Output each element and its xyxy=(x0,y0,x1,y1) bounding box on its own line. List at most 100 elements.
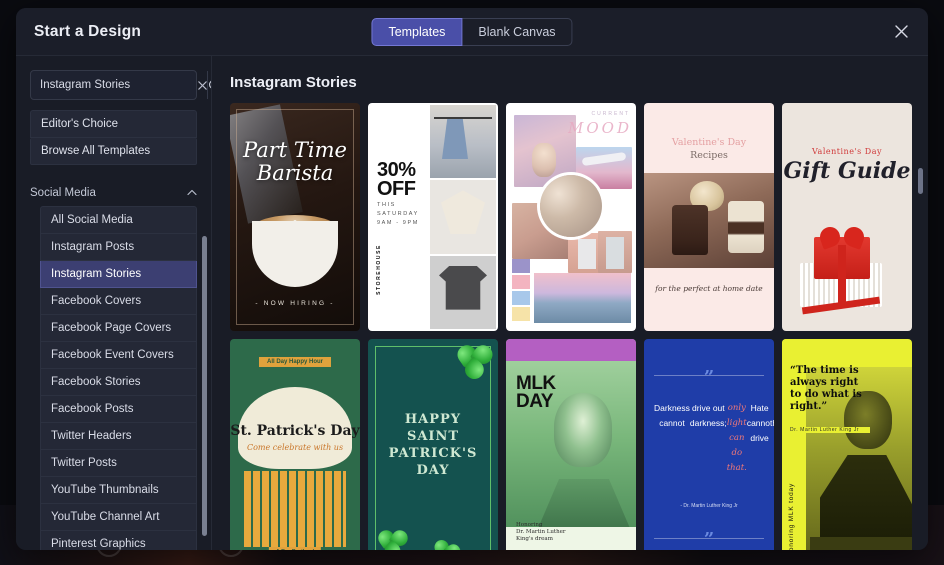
sidebar-category-list: All Social Media Instagram Posts Instagr… xyxy=(40,206,197,550)
template-footer: - NOW HIRING - xyxy=(230,300,360,307)
clothes-rack-photo xyxy=(430,105,496,178)
gift-bow xyxy=(820,227,864,247)
sidebar-scrollbar[interactable] xyxy=(202,236,207,536)
sidebar-item-youtube-channel-art[interactable]: YouTube Channel Art xyxy=(40,504,197,531)
template-card-mlk-day[interactable]: MLK DAY Honoring Dr. Martin Luther King'… xyxy=(506,339,636,550)
quote-author: - Dr. Martin Luther King Jr xyxy=(644,503,774,509)
podium xyxy=(810,537,912,550)
template-tag: All Day Happy Hour xyxy=(259,357,331,367)
quote-line-5: out hate; xyxy=(772,401,774,550)
template-card-mlk-darkness-quote[interactable]: ” ” Darkness cannot drive out darkness; … xyxy=(644,339,774,550)
sale-brand: STOREHOUSE xyxy=(376,244,382,295)
modal-titlebar: Start a Design Templates Blank Canvas xyxy=(16,8,928,56)
sale-details: THIS SATURDAY 9AM - 9PM xyxy=(377,201,419,228)
template-card-happy-saint-patricks-day[interactable]: HAPPY SAINT PATRICK'S DAY xyxy=(368,339,498,550)
sidebar-item-pinterest-graphics[interactable]: Pinterest Graphics xyxy=(40,531,197,550)
template-card-current-mood-collage[interactable]: CURRENT MOOD xyxy=(506,103,636,331)
gift-ribbon-vertical xyxy=(838,245,846,307)
start-a-design-modal: Start a Design Templates Blank Canvas xyxy=(16,8,928,550)
mode-toggle-group: Templates Blank Canvas xyxy=(371,18,572,46)
template-card-valentines-day-recipes[interactable]: Valentine's Day Recipes for the perfect … xyxy=(644,103,774,331)
sweater-photo xyxy=(430,256,496,329)
template-title-line2: Barista xyxy=(230,162,360,185)
dessert-photo xyxy=(644,173,774,268)
tab-blank-canvas[interactable]: Blank Canvas xyxy=(462,18,572,46)
quote-text: Darkness cannot drive out darkness; only… xyxy=(654,401,764,550)
sidebar-item-browse-all-templates[interactable]: Browse All Templates xyxy=(30,138,197,165)
search-clear-icon[interactable] xyxy=(198,71,207,99)
sidebar-item-editors-choice[interactable]: Editor's Choice xyxy=(30,110,197,138)
results-scrollbar[interactable] xyxy=(918,168,923,194)
quote-line-3: only light can do that. xyxy=(727,401,747,550)
template-title: Part Time Barista xyxy=(230,139,360,185)
swatch-blue xyxy=(512,291,530,305)
template-title-line2: DAY xyxy=(516,393,556,411)
sidebar-item-twitter-posts[interactable]: Twitter Posts xyxy=(40,450,197,477)
template-title-line1: Valentine's Day xyxy=(644,137,774,148)
sidebar-item-twitter-headers[interactable]: Twitter Headers xyxy=(40,423,197,450)
close-icon[interactable] xyxy=(888,19,914,45)
chocolate-cake xyxy=(672,205,708,255)
template-title-line1: Part Time xyxy=(230,139,360,162)
sale-percent: 30% OFF xyxy=(377,161,416,199)
layered-cake xyxy=(728,201,764,253)
template-title: St. Patrick's Day xyxy=(230,423,360,439)
search-bar xyxy=(30,70,197,100)
shamrock-icon xyxy=(456,345,494,383)
close-glyph xyxy=(895,25,908,38)
quote-line-1: Darkness cannot xyxy=(654,401,690,550)
template-card-part-time-barista[interactable]: Part Time Barista - NOW HIRING - xyxy=(230,103,360,331)
sidebar-item-youtube-thumbnails[interactable]: YouTube Thumbnails xyxy=(40,477,197,504)
quote-line-4: Hate cannot drive xyxy=(747,401,773,550)
template-title-line2: Recipes xyxy=(644,150,774,161)
sidebar-item-facebook-covers[interactable]: Facebook Covers xyxy=(40,288,197,315)
template-card-thirty-percent-off-sale[interactable]: 30% OFF THIS SATURDAY 9AM - 9PM STOREHOU… xyxy=(368,103,498,331)
collage-beach-photo xyxy=(534,273,631,323)
sidebar-group-label: Social Media xyxy=(30,187,96,199)
template-title: MLK DAY xyxy=(516,375,556,411)
template-title: HAPPY SAINT PATRICK'S DAY xyxy=(368,411,498,479)
sidebar-item-instagram-posts[interactable]: Instagram Posts xyxy=(40,234,197,261)
template-footer: A Bar Portland xyxy=(269,547,321,550)
sidebar-item-facebook-posts[interactable]: Facebook Posts xyxy=(40,396,197,423)
template-subtitle: Honoring Dr. Martin Luther King's dream xyxy=(516,522,566,543)
quote-text: “The time is always right to do what is … xyxy=(790,365,864,413)
vertical-caption: Honoring MLK today xyxy=(788,483,795,550)
template-subtitle: Come celebrate with us xyxy=(230,443,360,452)
mlk-statue-face xyxy=(554,393,612,467)
chevron-glyph xyxy=(187,189,197,196)
tab-templates[interactable]: Templates xyxy=(371,18,462,46)
swatch-purple xyxy=(512,259,530,273)
poncho-photo xyxy=(430,180,496,253)
template-kicker: CURRENT xyxy=(592,111,630,117)
quote-line-2: drive out darkness; xyxy=(690,401,727,550)
template-card-mlk-time-is-right-quote[interactable]: “The time is always right to do what is … xyxy=(782,339,912,550)
sale-photo-column xyxy=(430,103,498,331)
sidebar-group-social-media[interactable]: Social Media xyxy=(30,187,197,199)
template-footer: for the perfect at home date xyxy=(644,284,774,293)
swatch-pink xyxy=(512,275,530,289)
search-input[interactable] xyxy=(31,71,198,99)
collage-photo-5 xyxy=(598,231,632,273)
sidebar-item-facebook-page-covers[interactable]: Facebook Page Covers xyxy=(40,315,197,342)
template-kicker: Valentine's Day xyxy=(782,147,912,156)
sidebar-item-facebook-stories[interactable]: Facebook Stories xyxy=(40,369,197,396)
sidebar-item-facebook-event-covers[interactable]: Facebook Event Covers xyxy=(40,342,197,369)
modal-body: Editor's Choice Browse All Templates Soc… xyxy=(16,56,928,550)
page-title: Instagram Stories xyxy=(230,74,910,91)
chevron-up-icon xyxy=(187,188,197,198)
shamrock-icon xyxy=(377,530,409,550)
template-title: MOOD xyxy=(568,119,632,137)
sale-text-column: 30% OFF THIS SATURDAY 9AM - 9PM STOREHOU… xyxy=(368,103,430,331)
template-title: Gift Guide xyxy=(782,158,912,184)
sidebar-item-all-social-media[interactable]: All Social Media xyxy=(40,206,197,234)
swatch-yellow xyxy=(512,307,530,321)
template-results-panel: Instagram Stories Part Time Barista - NO… xyxy=(212,56,928,550)
sidebar-nav: Editor's Choice Browse All Templates Soc… xyxy=(16,110,211,550)
quote-mark-icon: ” xyxy=(644,369,774,387)
beer-glass xyxy=(244,471,346,547)
sidebar-item-instagram-stories[interactable]: Instagram Stories xyxy=(40,261,197,288)
template-card-valentines-day-gift-guide[interactable]: Valentine's Day Gift Guide xyxy=(782,103,912,331)
template-card-st-patricks-day-happy-hour[interactable]: All Day Happy Hour St. Patrick's Day Com… xyxy=(230,339,360,550)
sale-off-label: OFF xyxy=(377,180,416,199)
